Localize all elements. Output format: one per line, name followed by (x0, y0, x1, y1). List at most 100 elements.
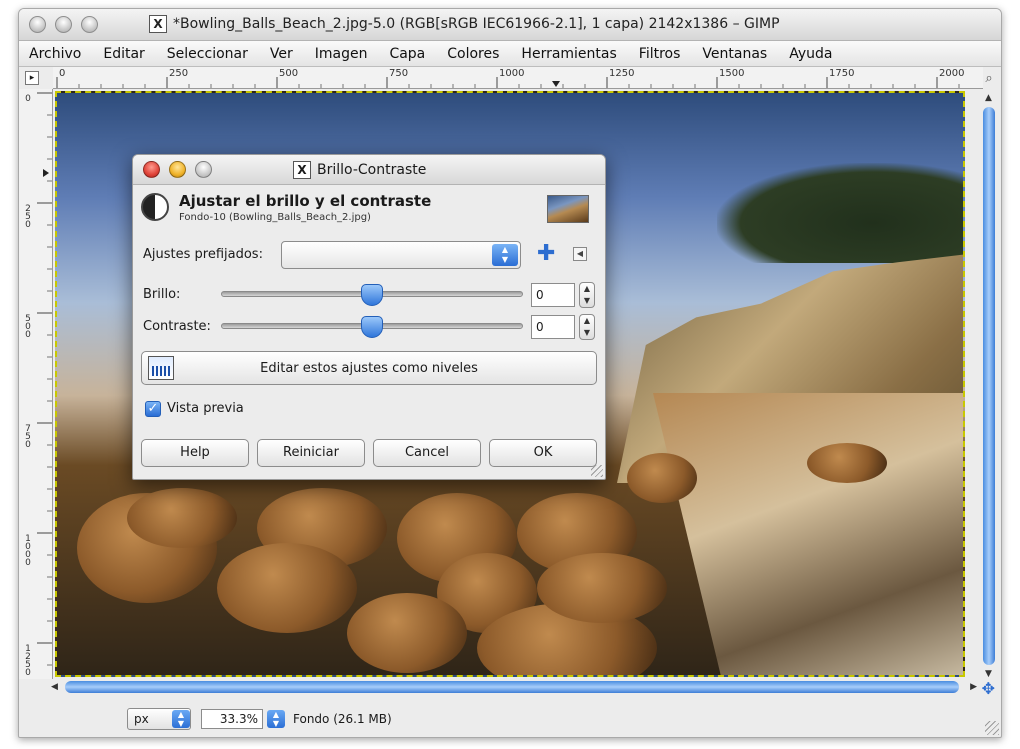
ruler-label: 1000 (25, 534, 31, 568)
contrast-input[interactable]: 0 (531, 315, 575, 339)
canvas-boulder (347, 593, 467, 673)
menu-ayuda[interactable]: Ayuda (789, 46, 832, 62)
x11-icon: X (293, 161, 311, 179)
menu-ventanas[interactable]: Ventanas (702, 46, 767, 62)
horizontal-scroll-thumb[interactable] (65, 681, 959, 693)
zoom-fit-icon[interactable]: ⌕ (981, 71, 997, 87)
horizontal-scrollbar[interactable]: ◀ ▶ (49, 679, 979, 695)
menu-imagen[interactable]: Imagen (315, 46, 368, 62)
cancel-button[interactable]: Cancel (373, 439, 481, 467)
vertical-scrollbar[interactable]: ▲ ▼ (981, 93, 997, 679)
canvas-boulder (627, 453, 697, 503)
quick-mask-toggle-icon[interactable]: ▸ (25, 71, 39, 85)
ok-button[interactable]: OK (489, 439, 597, 467)
dialog-title-text: Brillo-Contraste (317, 162, 427, 178)
menu-ver[interactable]: Ver (270, 46, 293, 62)
reset-button[interactable]: Reiniciar (257, 439, 365, 467)
unit-value: px (134, 712, 149, 726)
contrast-label: Contraste: (143, 319, 211, 334)
ruler-label: 250 (25, 204, 31, 230)
window-title: X *Bowling_Balls_Beach_2.jpg-5.0 (RGB[sR… (149, 15, 991, 33)
layer-info: Fondo (26.1 MB) (293, 712, 392, 726)
dialog-header: Ajustar el brillo y el contraste Fondo-1… (141, 191, 599, 233)
close-window-button[interactable] (29, 16, 46, 33)
menu-filtros[interactable]: Filtros (639, 46, 681, 62)
ruler-label: 500 (25, 314, 31, 340)
dialog-subheading: Fondo-10 (Bowling_Balls_Beach_2.jpg) (179, 212, 371, 223)
unit-select[interactable]: px ▲ ▼ (127, 708, 191, 730)
dialog-title: X Brillo-Contraste (293, 161, 426, 179)
vertical-ruler: 0 250 500 750 1000 1250 (19, 89, 53, 679)
help-button[interactable]: Help (141, 439, 249, 467)
scroll-down-icon[interactable]: ▼ (985, 669, 992, 679)
menu-editar[interactable]: Editar (103, 46, 144, 62)
dialog-resize-grip[interactable] (591, 465, 603, 477)
preview-label: Vista previa (167, 401, 244, 416)
ruler-label: 1000 (499, 68, 525, 79)
ruler-label: 1500 (719, 68, 745, 79)
preset-menu-icon[interactable]: ◀ (573, 247, 587, 261)
contrast-slider[interactable] (221, 316, 523, 338)
navigate-icon[interactable]: ✥ (982, 679, 995, 698)
canvas-beach-sand (653, 393, 963, 675)
dialog-minimize-button[interactable] (169, 161, 186, 178)
minimize-window-button[interactable] (55, 16, 72, 33)
ruler-label: 750 (389, 68, 409, 79)
unit-select-arrows-icon: ▲ ▼ (172, 710, 190, 728)
contrast-slider-handle[interactable] (361, 316, 383, 338)
window-resize-grip[interactable] (985, 721, 999, 735)
brightness-slider-handle[interactable] (361, 284, 383, 306)
ruler-label: 1250 (609, 68, 635, 79)
zoom-select-arrows-icon[interactable]: ▲ ▼ (267, 710, 285, 728)
x11-icon: X (149, 15, 167, 33)
dialog-heading: Ajustar el brillo y el contraste (179, 192, 432, 210)
ruler-label: 1750 (829, 68, 855, 79)
edit-as-levels-button[interactable]: Editar estos ajustes como niveles (141, 351, 597, 385)
scroll-left-icon[interactable]: ◀ (51, 682, 58, 692)
brightness-slider[interactable] (221, 284, 523, 306)
dialog-zoom-button[interactable] (195, 161, 212, 178)
ruler-label: 0 (25, 94, 31, 104)
ruler-label: 500 (279, 68, 299, 79)
vertical-scroll-thumb[interactable] (983, 107, 995, 665)
vertical-ruler-ticks (37, 92, 52, 666)
zoom-window-button[interactable] (81, 16, 98, 33)
canvas-trees (717, 163, 963, 263)
canvas-boulder (537, 553, 667, 623)
horizontal-ruler: 0 250 500 750 1000 1250 1500 1750 2000 (53, 67, 983, 89)
contrast-stepper-icon[interactable]: ▲ ▼ (579, 314, 595, 340)
preview-checkbox[interactable]: ✓ (145, 401, 161, 417)
ruler-label: 1250 (25, 644, 31, 678)
statusbar: px ▲ ▼ 33.3% ▲ ▼ Fondo (26.1 MB) (19, 701, 1001, 737)
zoom-field[interactable]: 33.3% (201, 709, 263, 729)
menu-capa[interactable]: Capa (389, 46, 425, 62)
scroll-right-icon[interactable]: ▶ (970, 682, 977, 692)
edit-as-levels-label: Editar estos ajustes como niveles (260, 361, 478, 376)
brightness-input[interactable]: 0 (531, 283, 575, 307)
ruler-label: 2000 (939, 68, 965, 79)
canvas-boulder (127, 488, 237, 548)
menu-colores[interactable]: Colores (447, 46, 499, 62)
brightness-contrast-dialog: X Brillo-Contraste Ajustar el brillo y e… (132, 154, 606, 480)
presets-combo[interactable]: ▲ ▼ (281, 241, 521, 269)
ruler-label: 0 (59, 68, 66, 79)
dialog-close-button[interactable] (143, 161, 160, 178)
brightness-contrast-icon (141, 193, 169, 221)
layer-thumbnail (547, 195, 589, 223)
canvas-boulder (807, 443, 887, 483)
presets-label: Ajustes prefijados: (143, 247, 263, 262)
brightness-stepper-icon[interactable]: ▲ ▼ (579, 282, 595, 308)
dialog-titlebar: X Brillo-Contraste (133, 155, 605, 185)
scroll-up-icon[interactable]: ▲ (985, 93, 992, 103)
combo-arrows-icon: ▲ ▼ (492, 244, 518, 266)
brightness-label: Brillo: (143, 287, 181, 302)
canvas-boulder (217, 543, 357, 633)
ruler-label: 750 (25, 424, 31, 450)
menu-herramientas[interactable]: Herramientas (521, 46, 616, 62)
menubar: Archivo Editar Seleccionar Ver Imagen Ca… (19, 41, 1001, 67)
window-title-text: *Bowling_Balls_Beach_2.jpg-5.0 (RGB[sRGB… (173, 16, 780, 32)
menu-archivo[interactable]: Archivo (29, 46, 81, 62)
add-preset-icon[interactable]: ✚ (537, 243, 555, 265)
ruler-label: 250 (169, 68, 189, 79)
menu-seleccionar[interactable]: Seleccionar (167, 46, 248, 62)
